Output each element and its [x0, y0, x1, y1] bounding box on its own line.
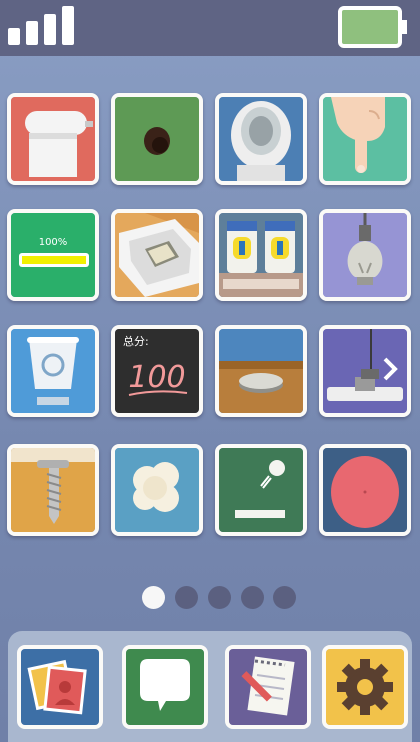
status-bar [0, 0, 420, 56]
popcorn-icon [115, 448, 199, 532]
toilet-paper-tile[interactable] [7, 93, 99, 185]
phone-in-tray-tile[interactable] [111, 209, 203, 301]
page-dot-1[interactable] [142, 586, 165, 609]
hole-tile[interactable] [111, 93, 203, 185]
screw-in-wood-icon [11, 448, 95, 532]
battery-icon [338, 6, 408, 48]
page-dot-4[interactable] [241, 586, 264, 609]
ball-launcher-icon [219, 448, 303, 532]
jars-on-shelf-icon [219, 213, 303, 297]
light-bulb-tile[interactable] [319, 209, 411, 301]
ball-launcher-tile[interactable] [215, 444, 307, 536]
score-caption: 总分: [123, 334, 149, 348]
screw-in-wood-tile[interactable] [7, 444, 99, 536]
jars-on-shelf-tile[interactable] [215, 209, 307, 301]
hole-icon [115, 97, 199, 181]
notes-app[interactable] [225, 645, 311, 729]
page-dot-3[interactable] [208, 586, 231, 609]
recycle-bin-icon [11, 329, 95, 413]
toilet-icon [219, 97, 303, 181]
chat-bubble-icon [126, 649, 204, 725]
score-board-icon: 总分: 100 [115, 329, 199, 413]
settings-app[interactable] [322, 645, 408, 729]
toilet-tile[interactable] [215, 93, 307, 185]
messages-app[interactable] [122, 645, 208, 729]
pointing-finger-icon [323, 97, 407, 181]
gear-icon [326, 649, 404, 725]
stone-disc-tile[interactable] [215, 325, 307, 417]
battery-label: 100% [39, 237, 68, 248]
battery-level-tile[interactable]: 100% [7, 209, 99, 301]
power-plug-icon [323, 329, 407, 413]
phone-in-tray-icon [115, 213, 199, 297]
recycle-bin-tile[interactable] [7, 325, 99, 417]
red-ball-icon [323, 448, 407, 532]
level-grid: 100% 总分: 100 [0, 93, 420, 543]
light-bulb-icon [323, 213, 407, 297]
battery-fill [22, 256, 86, 264]
popcorn-tile[interactable] [111, 444, 203, 536]
dock [8, 631, 412, 742]
toilet-paper-icon [11, 97, 95, 181]
photos-icon [21, 649, 99, 725]
score-value: 100 [128, 360, 185, 395]
page-dot-2[interactable] [175, 586, 198, 609]
score-board-tile[interactable]: 总分: 100 [111, 325, 203, 417]
pointing-finger-tile[interactable] [319, 93, 411, 185]
red-ball-tile[interactable] [319, 444, 411, 536]
photos-app[interactable] [17, 645, 103, 729]
page-indicator [0, 586, 420, 610]
power-plug-tile[interactable] [319, 325, 411, 417]
notepad-pencil-icon [229, 649, 307, 725]
signal-bars-icon [8, 6, 78, 46]
stone-disc-icon [219, 329, 303, 413]
battery-level-icon: 100% [11, 213, 95, 297]
page-dot-5[interactable] [273, 586, 296, 609]
